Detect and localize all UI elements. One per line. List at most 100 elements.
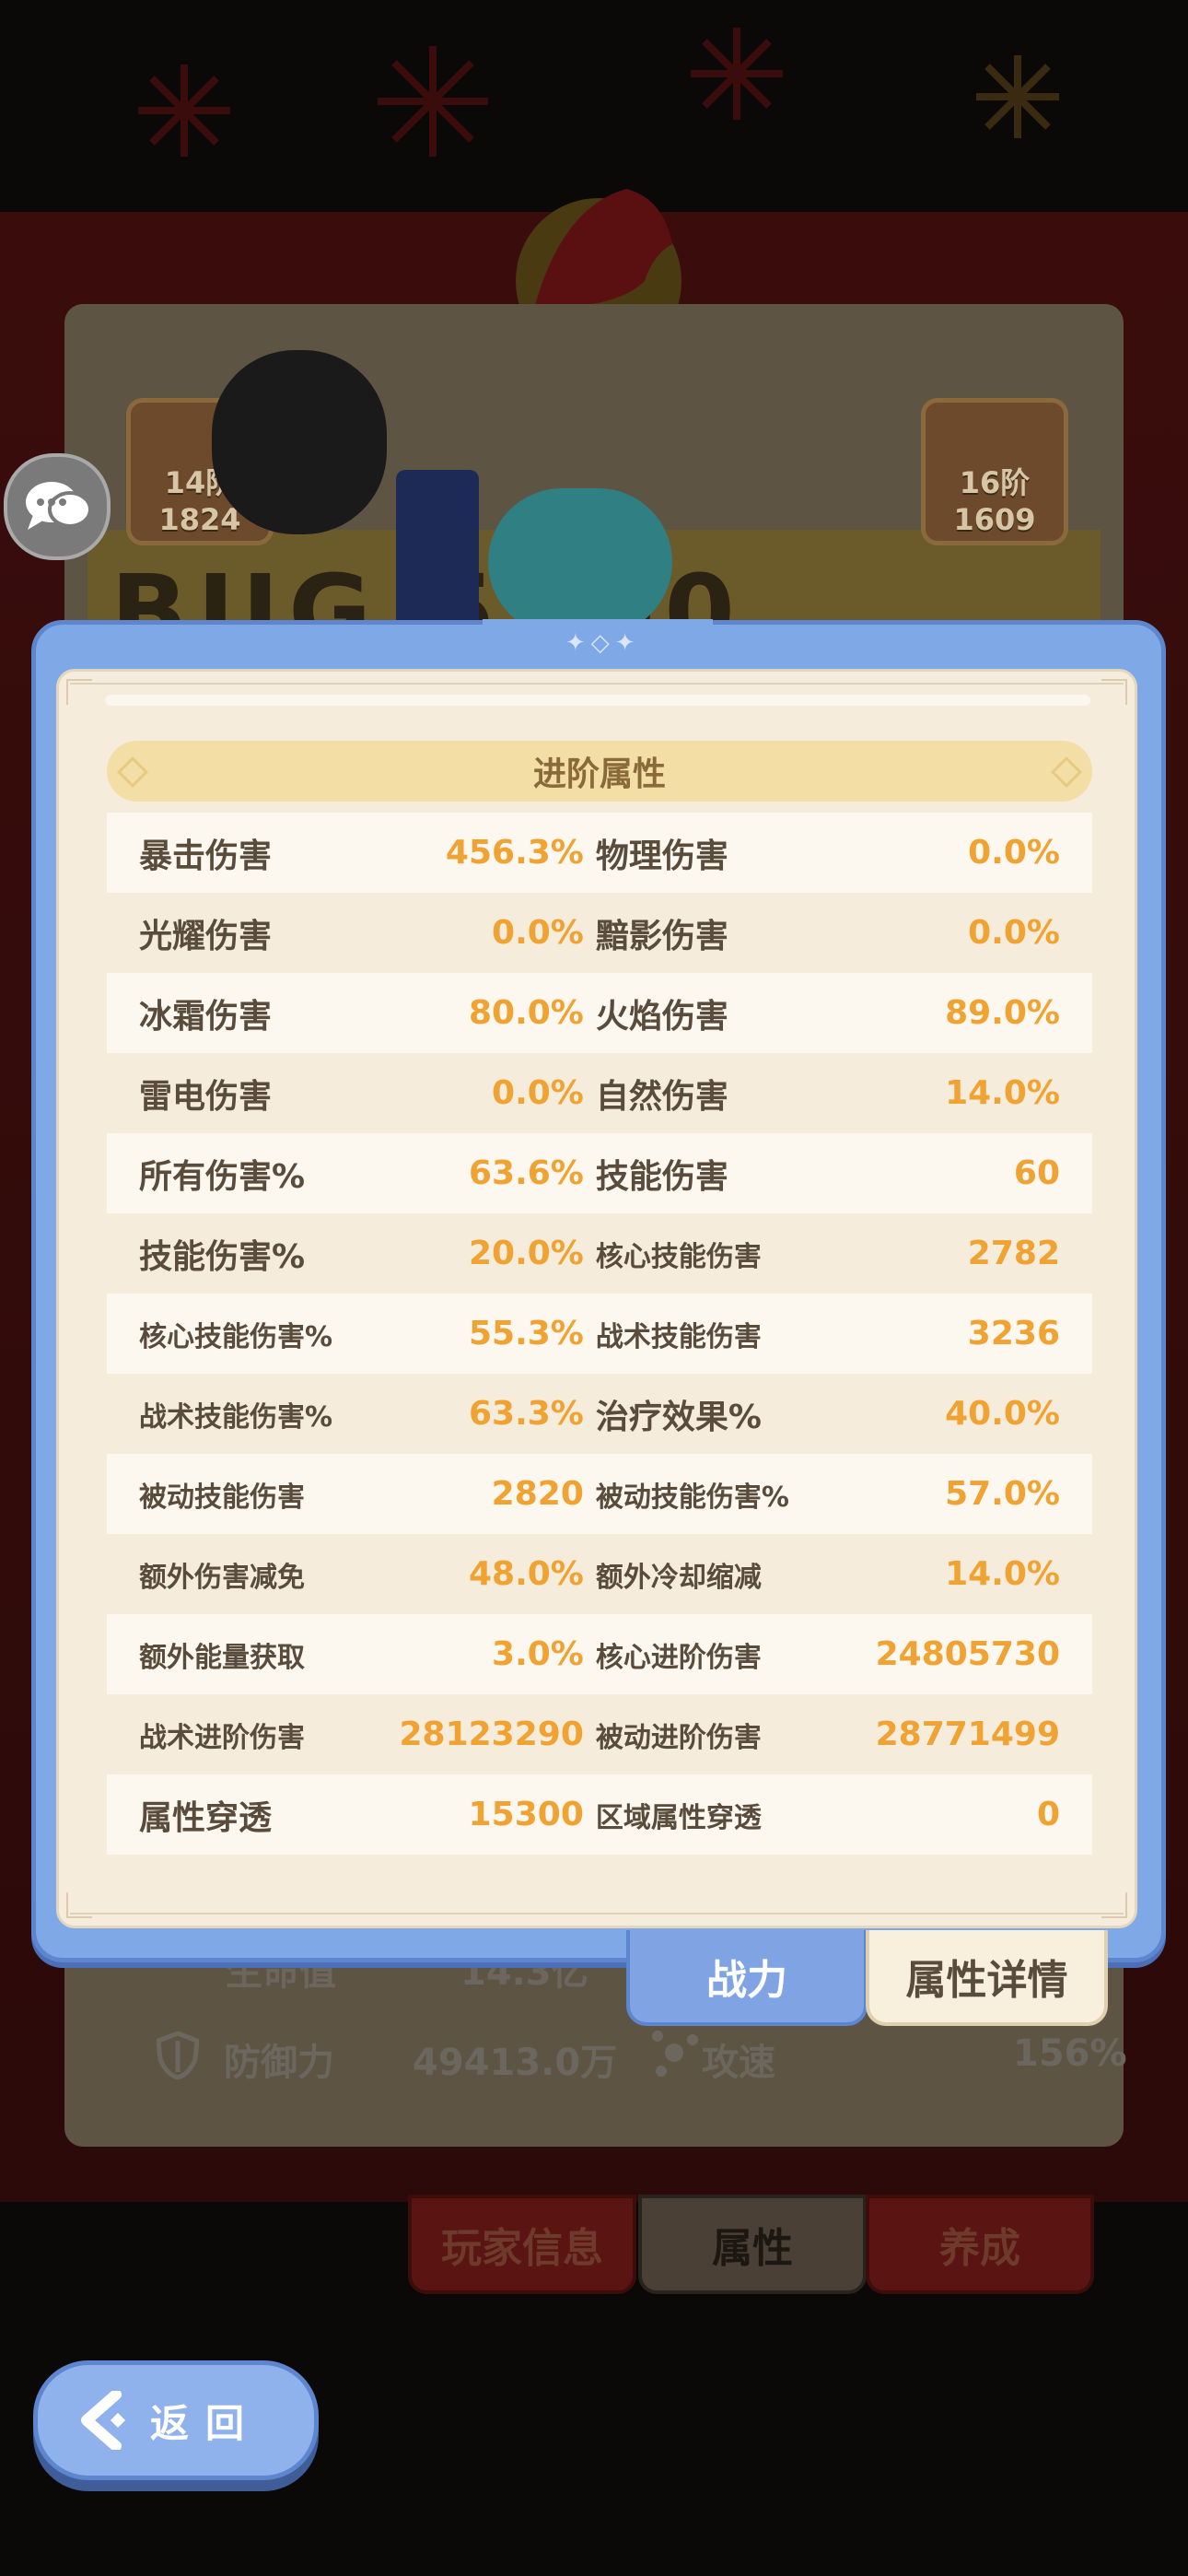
stat-value: 0.0% [492, 914, 584, 952]
stat-label: 核心技能伤害 [595, 1240, 762, 1273]
tab-player-info-label: 玩家信息 [441, 2225, 603, 2272]
section-header: 进阶属性 [107, 741, 1092, 802]
tab-cultivate[interactable]: 养成 [866, 2195, 1094, 2294]
avatar-right-level: 16阶1609 [953, 465, 1036, 537]
stat-label: 黯影伤害 [595, 917, 728, 955]
bg-stat-speed-label: 攻速 [702, 2042, 775, 2084]
stat-value: 28771499 [875, 1715, 1060, 1753]
attack-speed-icon [652, 2031, 698, 2077]
stat-row: 战术进阶伤害 28123290 被动进阶伤害 28771499 [107, 1694, 1092, 1774]
stat-label: 火焰伤害 [595, 997, 728, 1036]
stat-value: 14.0% [945, 1074, 1060, 1112]
stat-label: 核心技能伤害% [139, 1320, 333, 1353]
stat-row: 雷电伤害 0.0% 自然伤害 14.0% [107, 1053, 1092, 1133]
avatar-right: 16阶1609 [921, 398, 1068, 545]
stat-label: 暴击伤害 [139, 837, 273, 875]
stat-value: 3.0% [492, 1635, 584, 1673]
stat-value: 0.0% [492, 1074, 584, 1112]
stat-label: 战术进阶伤害 [139, 1721, 305, 1754]
stat-value: 28123290 [399, 1715, 584, 1753]
stat-value: 40.0% [945, 1395, 1060, 1433]
stat-label: 自然伤害 [595, 1077, 728, 1116]
stat-label: 光耀伤害 [139, 917, 273, 955]
back-button[interactable]: 返回 [33, 2360, 319, 2480]
tab-attribute-details[interactable]: 属性详情 [866, 1930, 1108, 2026]
diamond-icon [1051, 756, 1082, 788]
stat-label: 被动技能伤害 [139, 1481, 305, 1514]
bg-stat-def-label: 防御力 [224, 2042, 334, 2084]
stat-value: 0.0% [968, 834, 1060, 872]
stat-label: 战术技能伤害% [139, 1400, 333, 1434]
stat-value: 20.0% [468, 1235, 584, 1272]
stat-label: 战术技能伤害 [595, 1320, 762, 1353]
tab-cultivate-label: 养成 [939, 2225, 1020, 2272]
pet-character [212, 350, 387, 534]
stat-value: 55.3% [468, 1315, 584, 1352]
stat-value: 57.0% [945, 1475, 1060, 1513]
stat-label: 治疗效果% [595, 1398, 762, 1436]
stat-value: 0 [1036, 1796, 1060, 1833]
back-button-label: 返回 [150, 2400, 262, 2446]
scroll-edge [105, 695, 1090, 706]
panel-border-line [70, 1913, 1124, 1914]
section-title: 进阶属性 [532, 755, 666, 793]
stat-value: 2782 [967, 1235, 1060, 1272]
firework-decoration [691, 28, 783, 120]
stat-row: 被动技能伤害 2820 被动技能伤害% 57.0% [107, 1454, 1092, 1534]
stat-label: 雷电伤害 [139, 1077, 273, 1116]
shield-icon [157, 2032, 199, 2079]
stat-list[interactable]: 暴击伤害 456.3% 物理伤害 0.0% 光耀伤害 0.0% 黯影伤害 0.0% 冰霜… [107, 813, 1092, 1855]
stat-value: 3236 [967, 1315, 1060, 1352]
stat-value: 80.0% [468, 994, 584, 1032]
stat-row: 额外伤害减免 48.0% 额外冷却缩减 14.0% [107, 1534, 1092, 1614]
stat-row: 冰霜伤害 80.0% 火焰伤害 89.0% [107, 973, 1092, 1053]
stat-row: 战术技能伤害% 63.3% 治疗效果% 40.0% [107, 1374, 1092, 1454]
tab-attributes-label: 属性 [712, 2225, 793, 2272]
stat-value: 48.0% [468, 1555, 584, 1593]
stat-label: 额外伤害减免 [139, 1561, 305, 1594]
tab-player-info[interactable]: 玩家信息 [408, 2195, 636, 2294]
firework-decoration [976, 55, 1059, 138]
horse-emblem [516, 189, 681, 318]
tab-attributes[interactable]: 属性 [638, 2195, 867, 2294]
stat-label: 区域属性穿透 [595, 1801, 762, 1834]
stat-value: 456.3% [445, 834, 584, 872]
tab-combat-power[interactable]: 战力 [626, 1930, 868, 2026]
stat-value: 2820 [491, 1475, 584, 1513]
stat-row: 光耀伤害 0.0% 黯影伤害 0.0% [107, 893, 1092, 973]
stat-label: 物理伤害 [595, 837, 728, 875]
stat-label: 技能伤害% [139, 1237, 306, 1276]
modal-panel: 进阶属性 暴击伤害 456.3% 物理伤害 0.0% 光耀伤害 0.0% 黯影伤害 0.… [56, 669, 1137, 1928]
stat-label: 核心进阶伤害 [595, 1641, 762, 1674]
chat-button[interactable] [4, 453, 111, 560]
stat-row: 额外能量获取 3.0% 核心进阶伤害 24805730 [107, 1614, 1092, 1694]
stat-label: 被动进阶伤害 [595, 1721, 762, 1754]
firework-decoration [138, 64, 230, 157]
tab-attribute-details-label: 属性详情 [905, 1957, 1068, 2004]
character-weapon [396, 470, 479, 636]
stat-row: 属性穿透 15300 区域属性穿透 0 [107, 1774, 1092, 1855]
stat-value: 60 [1013, 1154, 1060, 1192]
character-hair [488, 488, 672, 636]
advanced-attributes-modal: ✦◇✦ 进阶属性 暴击伤害 456.3% 物理伤害 0.0% 光耀伤害 0.0% 黯影… [31, 619, 1166, 1962]
stat-value: 63.6% [468, 1154, 584, 1192]
firework-decoration [378, 46, 488, 157]
stat-value: 14.0% [945, 1555, 1060, 1593]
stat-label: 被动技能伤害% [595, 1481, 789, 1514]
stat-value: 24805730 [875, 1635, 1060, 1673]
back-arrow-icon [73, 2388, 137, 2453]
bg-stat-def-value: 49413.0万 [413, 2042, 618, 2084]
bg-stat-speed-value: 156% [1013, 2032, 1127, 2075]
stat-label: 所有伤害% [139, 1157, 306, 1196]
stat-label: 技能伤害 [595, 1157, 728, 1196]
stat-value: 15300 [468, 1796, 584, 1833]
stat-value: 89.0% [945, 994, 1060, 1032]
stat-row: 所有伤害% 63.6% 技能伤害 60 [107, 1133, 1092, 1213]
stat-row: 技能伤害% 20.0% 核心技能伤害 2782 [107, 1213, 1092, 1294]
panel-border-line [70, 683, 1124, 685]
tab-combat-power-label: 战力 [706, 1957, 787, 2004]
stat-row: 核心技能伤害% 55.3% 战术技能伤害 3236 [107, 1294, 1092, 1374]
stat-label: 额外冷却缩减 [595, 1561, 762, 1594]
modal-ornament: ✦◇✦ [565, 629, 641, 657]
stat-label: 冰霜伤害 [139, 997, 273, 1036]
